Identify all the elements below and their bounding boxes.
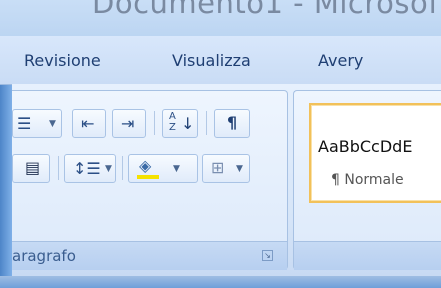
sort-button[interactable]: AZ ↓	[162, 109, 198, 138]
sort-az-icon: AZ	[169, 111, 176, 133]
line-spacing-button[interactable]: ↕☰ ▼	[64, 154, 116, 183]
paragraph-group: ☰ ▼ ⇤ ⇥ AZ ↓ ¶ ▤ ↕☰ ▼ ◈ ▼ ⊞ ▼ aragrafo ↘	[12, 90, 288, 270]
title-bar: Documento1 - Microsoft Word	[0, 0, 441, 36]
paint-bucket-icon: ◈	[139, 156, 152, 175]
ribbon-tabs: Revisione Visualizza Avery	[0, 36, 441, 85]
separator	[122, 156, 123, 180]
dropdown-arrow-icon: ▼	[236, 164, 243, 174]
dropdown-arrow-icon: ▼	[49, 119, 56, 129]
separator	[58, 156, 59, 180]
paragraph-group-label: aragrafo	[12, 247, 76, 265]
ribbon-panel: ☰ ▼ ⇤ ⇥ AZ ↓ ¶ ▤ ↕☰ ▼ ◈ ▼ ⊞ ▼ aragrafo ↘…	[12, 84, 441, 276]
borders-icon: ⊞	[211, 158, 225, 177]
tab-revisione[interactable]: Revisione	[24, 51, 101, 70]
increase-indent-button[interactable]: ⇥	[112, 109, 146, 138]
multilevel-list-button[interactable]: ☰ ▼	[12, 109, 62, 138]
line-spacing-icon: ↕☰	[73, 159, 101, 178]
dropdown-arrow-icon: ▼	[173, 164, 180, 174]
multilevel-list-icon: ☰	[17, 114, 32, 133]
styles-group: AaBbCcDdE ¶ Normale	[293, 90, 441, 270]
shading-color-swatch	[137, 175, 159, 179]
tab-avery[interactable]: Avery	[318, 51, 363, 70]
decrease-indent-icon: ⇤	[81, 114, 95, 133]
ribbon-bottom-band	[0, 276, 441, 288]
styles-group-footer	[294, 241, 441, 270]
justify-button[interactable]: ▤	[12, 154, 50, 183]
borders-button[interactable]: ⊞ ▼	[202, 154, 250, 183]
increase-indent-icon: ⇥	[121, 114, 135, 133]
pilcrow-icon: ¶	[227, 113, 238, 132]
style-name-label: ¶ Normale	[331, 172, 404, 188]
decrease-indent-button[interactable]: ⇤	[72, 109, 106, 138]
separator	[206, 111, 207, 135]
sort-arrow-icon: ↓	[181, 114, 195, 133]
window-title: Documento1 - Microsoft Word	[92, 0, 441, 20]
dialog-launcher-icon[interactable]: ↘	[262, 250, 273, 261]
shading-button[interactable]: ◈ ▼	[128, 154, 198, 183]
dropdown-arrow-icon: ▼	[105, 164, 112, 174]
justify-icon: ▤	[25, 158, 41, 177]
separator	[154, 111, 155, 135]
paragraph-group-footer: aragrafo ↘	[12, 241, 287, 270]
show-formatting-marks-button[interactable]: ¶	[214, 109, 250, 138]
style-normale[interactable]: AaBbCcDdE ¶ Normale	[309, 103, 441, 203]
tab-visualizza[interactable]: Visualizza	[172, 51, 251, 70]
style-sample-text: AaBbCcDdE	[318, 137, 413, 156]
